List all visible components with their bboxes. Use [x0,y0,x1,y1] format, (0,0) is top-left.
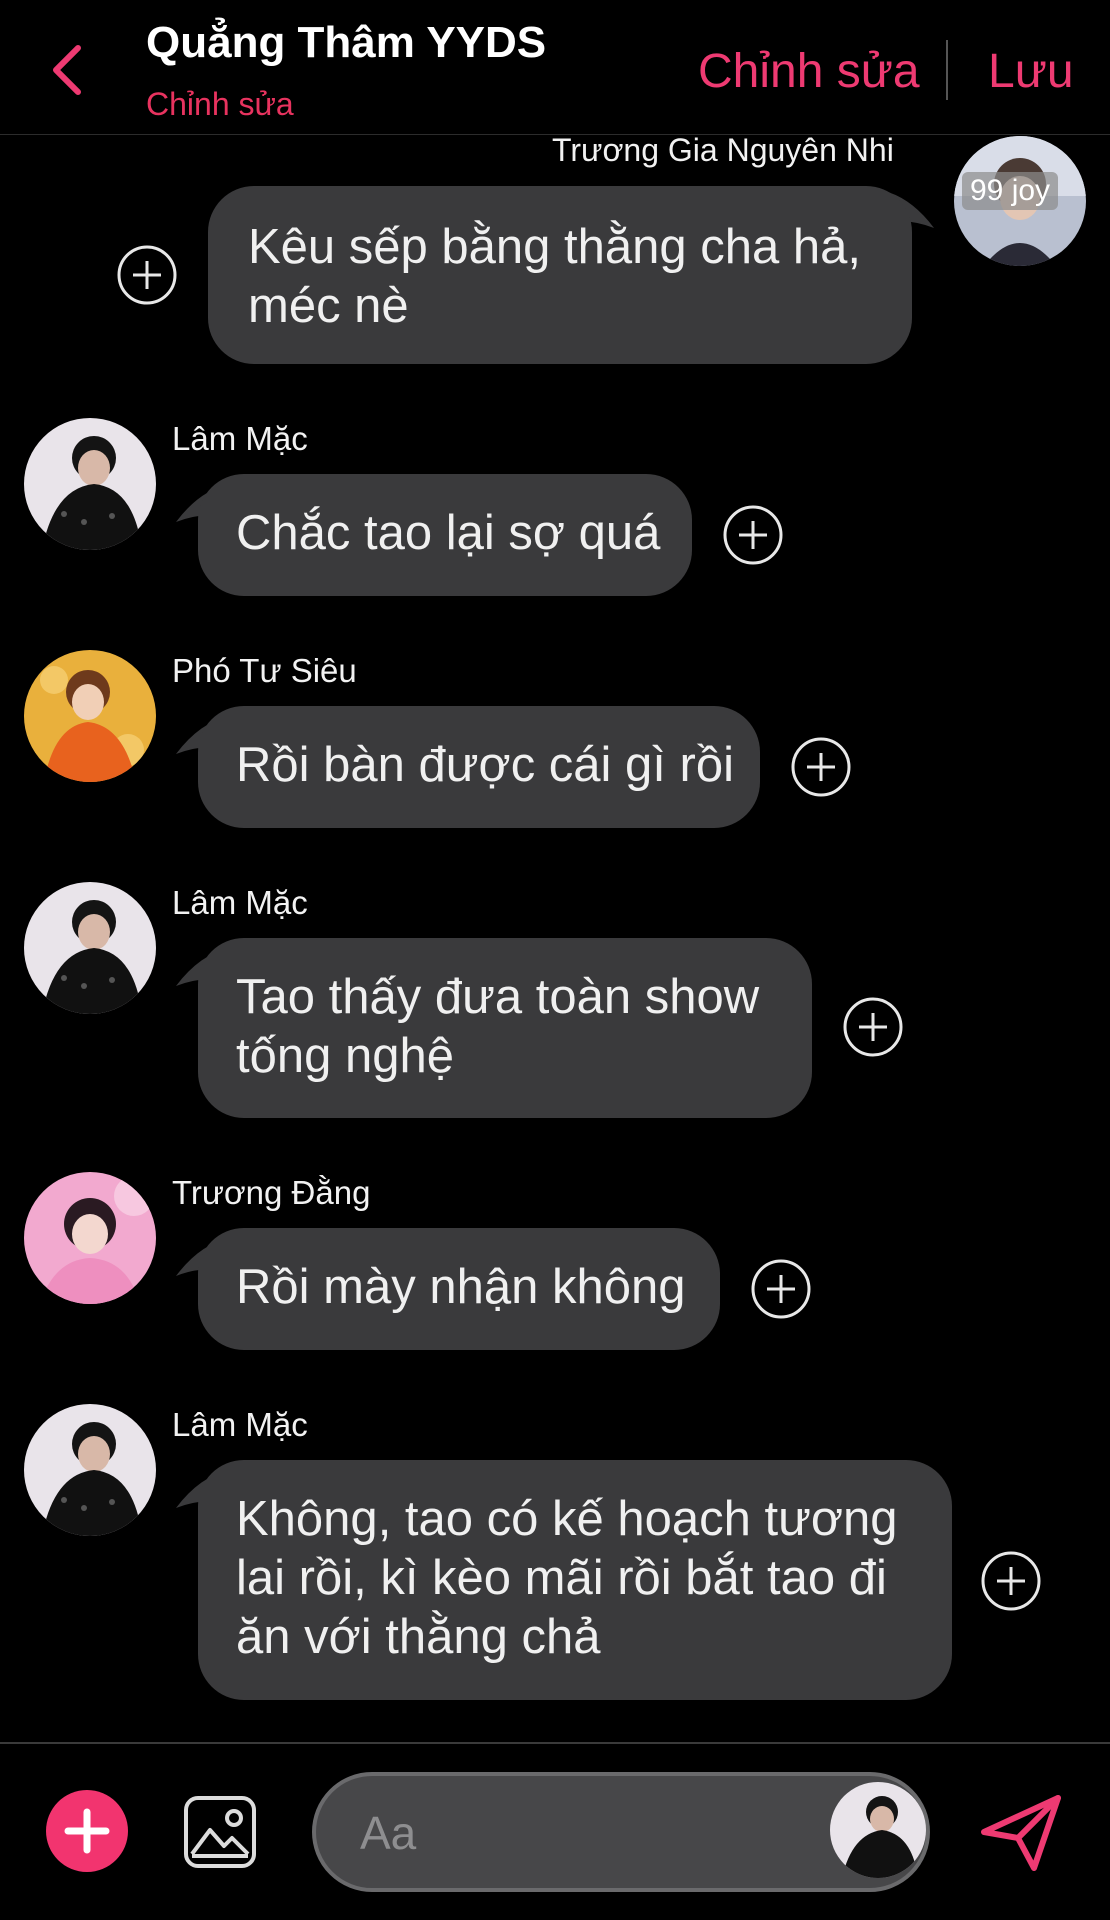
add-circle-icon[interactable] [790,736,852,798]
sender-name: Lâm Mặc [172,420,308,457]
message-text-line: méc nè [248,279,409,333]
message-text-line: Rồi mày nhận không [236,1260,686,1314]
save-button[interactable]: Lưu [988,44,1074,99]
sender-name: Lâm Mặc [172,884,308,921]
add-circle-icon[interactable] [722,504,784,566]
chat-subtitle[interactable]: Chỉnh sửa [146,86,294,123]
edit-button[interactable]: Chỉnh sửa [698,44,920,99]
back-chevron-icon[interactable] [44,38,94,102]
image-icon[interactable] [182,1794,258,1870]
composer-avatar[interactable] [830,1782,926,1878]
message-text-line: Tao thấy đưa toàn show [236,970,760,1024]
message-text-line: tống nghệ [236,1029,454,1083]
avatar[interactable] [24,1404,156,1536]
chat-header: Quẳng Thâm YYDS Chỉnh sửa Chỉnh sửa Lưu [0,0,1110,135]
message-bubble: Tao thấy đưa toàn show tống nghệ [198,938,812,1118]
message-bubble: Chắc tao lại sợ quá [198,474,692,596]
send-icon[interactable] [978,1792,1064,1872]
message-input[interactable]: Aa [312,1772,930,1892]
add-circle-icon[interactable] [980,1550,1042,1612]
header-divider [946,40,948,100]
avatar[interactable] [24,882,156,1014]
add-circle-icon[interactable] [842,996,904,1058]
avatar[interactable] [24,418,156,550]
plus-icon [64,1808,110,1854]
message-bubble: Không, tao có kế hoạch tương lai rồi, kì… [198,1460,952,1700]
message-text-line: Chắc tao lại sợ quá [236,506,661,560]
add-circle-icon[interactable] [116,244,178,306]
message-text-line: Kêu sếp bằng thằng cha hả, [248,220,862,274]
avatar[interactable]: 99 joy [954,136,1086,266]
avatar-watermark: 99 joy [962,172,1059,210]
avatar[interactable] [24,650,156,782]
sender-name: Trương Gia Nguyên Nhi [552,132,894,168]
sender-name: Trương Đằng [172,1174,371,1211]
message-bubble: Rồi bàn được cái gì rồi [198,706,760,828]
chat-title: Quẳng Thâm YYDS [146,18,547,67]
add-circle-icon[interactable] [750,1258,812,1320]
message-text-line: ăn với thằng chả [236,1610,601,1664]
composer-divider [0,1742,1110,1744]
add-button[interactable] [46,1790,128,1872]
sender-name: Lâm Mặc [172,1406,308,1443]
message-text-line: lai rồi, kì kèo mãi rồi bắt tao đi [236,1551,887,1605]
sender-name: Phó Tư Siêu [172,652,357,689]
avatar[interactable] [24,1172,156,1304]
message-text-line: Không, tao có kế hoạch tương [236,1492,898,1546]
message-text-line: Rồi bàn được cái gì rồi [236,738,734,792]
message-bubble: Rồi mày nhận không [198,1228,720,1350]
message-bubble: Kêu sếp bằng thằng cha hả, méc nè [208,186,912,364]
message-input-placeholder: Aa [360,1807,417,1859]
